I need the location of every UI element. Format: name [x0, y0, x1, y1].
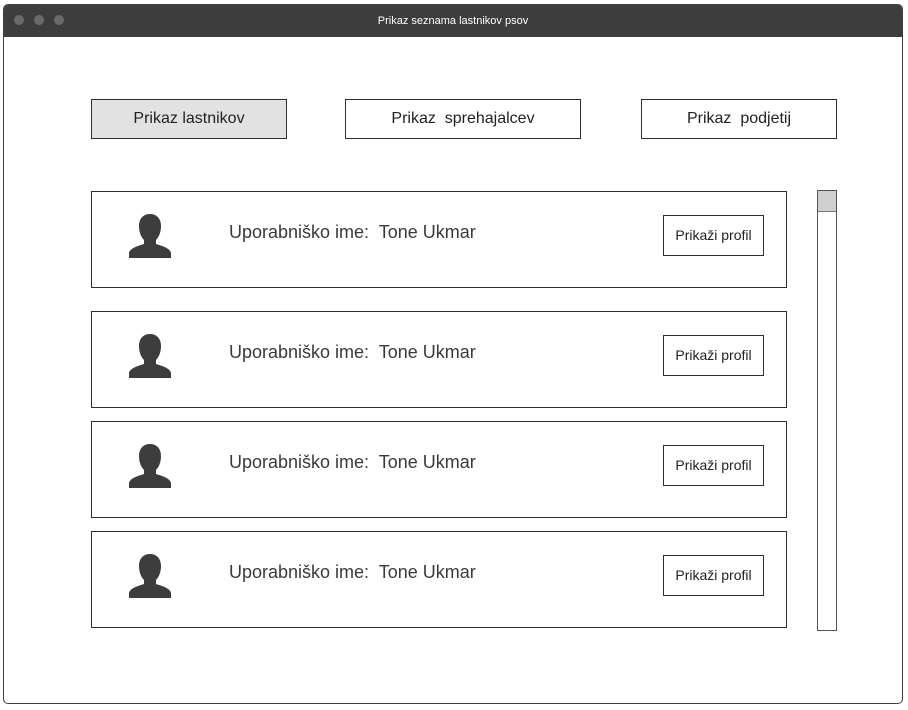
scrollbar-thumb[interactable]	[818, 191, 836, 212]
username-label: Uporabniško ime: Tone Ukmar	[229, 342, 476, 362]
tab-companies[interactable]: Prikaz podjetij	[641, 99, 837, 139]
user-avatar-icon	[129, 214, 171, 258]
username-label: Uporabniško ime: Tone Ukmar	[229, 562, 476, 582]
show-profile-button[interactable]: Prikaži profil	[663, 215, 764, 256]
list-item: Uporabniško ime: Tone Ukmar Prikaži prof…	[91, 311, 787, 408]
list-item: Uporabniško ime: Tone Ukmar Prikaži prof…	[91, 531, 787, 628]
list-item: Uporabniško ime: Tone Ukmar Prikaži prof…	[91, 191, 787, 288]
list-item: Uporabniško ime: Tone Ukmar Prikaži prof…	[91, 421, 787, 518]
vertical-scrollbar[interactable]	[817, 190, 837, 631]
username-label: Uporabniško ime: Tone Ukmar	[229, 222, 476, 242]
user-avatar-icon	[129, 334, 171, 378]
tab-owners[interactable]: Prikaz lastnikov	[91, 99, 287, 139]
username-label: Uporabniško ime: Tone Ukmar	[229, 452, 476, 472]
title-bar: Prikaz seznama lastnikov psov	[4, 5, 902, 37]
tab-walkers[interactable]: Prikaz sprehajalcev	[345, 99, 581, 139]
user-avatar-icon	[129, 554, 171, 598]
show-profile-button[interactable]: Prikaži profil	[663, 335, 764, 376]
show-profile-button[interactable]: Prikaži profil	[663, 445, 764, 486]
user-avatar-icon	[129, 444, 171, 488]
show-profile-button[interactable]: Prikaži profil	[663, 555, 764, 596]
window-title: Prikaz seznama lastnikov psov	[377, 15, 529, 27]
app-window: Prikaz seznama lastnikov psov Prikaz las…	[3, 4, 903, 704]
